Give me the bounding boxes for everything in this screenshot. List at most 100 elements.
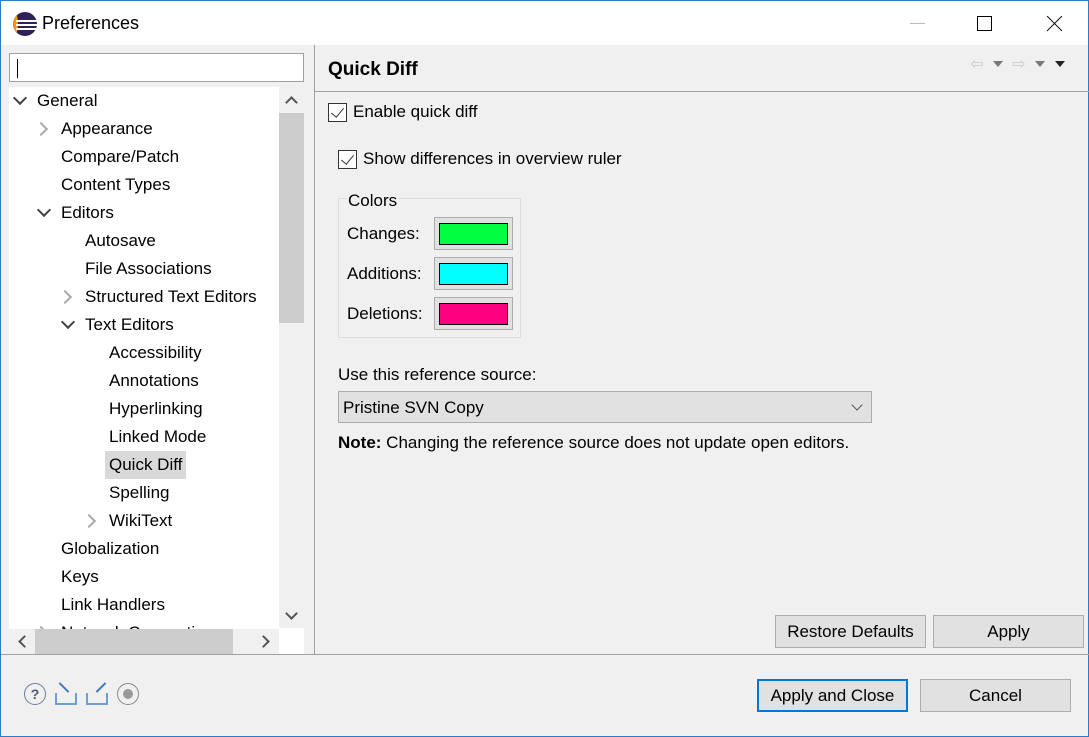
tree-item[interactable]: Text Editors bbox=[81, 311, 178, 339]
page-navigation: ⇦ ⇨ bbox=[966, 53, 1070, 75]
reference-source-label: Use this reference source: bbox=[338, 365, 537, 384]
scroll-left-icon[interactable] bbox=[9, 629, 35, 654]
scroll-thumb-horizontal[interactable] bbox=[35, 629, 233, 654]
tree-item[interactable]: General bbox=[33, 87, 101, 115]
tree-item-label: Globalization bbox=[61, 539, 160, 558]
footer-divider bbox=[1, 654, 1089, 655]
import-icon[interactable] bbox=[55, 682, 77, 705]
panel-sash[interactable] bbox=[314, 45, 315, 654]
tree-item-label: Content Types bbox=[61, 175, 171, 194]
cancel-button[interactable]: Cancel bbox=[920, 679, 1071, 712]
tree-item[interactable]: Annotations bbox=[105, 367, 203, 395]
close-icon bbox=[1047, 15, 1063, 31]
minimize-button[interactable] bbox=[894, 1, 940, 45]
changes-color-button[interactable] bbox=[434, 217, 513, 250]
additions-color-button[interactable] bbox=[434, 257, 513, 290]
tree-item[interactable]: Quick Diff bbox=[105, 451, 187, 479]
tree-item[interactable]: Structured Text Editors bbox=[81, 283, 261, 311]
tree-item-label: Hyperlinking bbox=[109, 399, 203, 418]
tree-item[interactable]: Hyperlinking bbox=[105, 395, 207, 423]
tree-item-label: Spelling bbox=[109, 483, 170, 502]
preferences-window: Preferences General Appearance Compare/Pat… bbox=[0, 0, 1089, 737]
tree-item[interactable]: Autosave bbox=[81, 227, 160, 255]
tree-item-label: Link Handlers bbox=[61, 595, 165, 614]
tree-item[interactable]: Globalization bbox=[57, 535, 163, 563]
note-bold: Note: bbox=[338, 433, 382, 452]
tree-item-label: Keys bbox=[61, 567, 99, 586]
tree-item-label: File Associations bbox=[85, 259, 212, 278]
show-overview-label: Show differences in overview ruler bbox=[363, 149, 622, 168]
color-swatch bbox=[439, 302, 508, 325]
scroll-up-icon[interactable] bbox=[279, 87, 304, 113]
export-icon[interactable] bbox=[86, 682, 108, 705]
color-swatch bbox=[439, 262, 508, 285]
apply-and-close-button[interactable]: Apply and Close bbox=[757, 679, 908, 712]
colors-group: Colors Changes: Additions: Deletions: bbox=[338, 191, 521, 338]
tree-item[interactable]: Editors bbox=[57, 199, 118, 227]
tree-item-label: Autosave bbox=[85, 231, 156, 250]
enable-quick-diff-label: Enable quick diff bbox=[353, 102, 478, 121]
tree-item-label: Linked Mode bbox=[109, 427, 207, 446]
tree-item[interactable]: Spelling bbox=[105, 479, 174, 507]
tree-item[interactable]: Link Handlers bbox=[57, 591, 169, 619]
tree-item-label: Structured Text Editors bbox=[85, 287, 257, 306]
tree-item[interactable]: WikiText bbox=[105, 507, 176, 535]
back-history-dropdown-icon[interactable] bbox=[988, 54, 1008, 74]
tree-vertical-scrollbar[interactable] bbox=[279, 87, 304, 628]
maximize-icon bbox=[976, 15, 992, 31]
scroll-right-icon[interactable] bbox=[252, 629, 278, 654]
window-title: Preferences bbox=[42, 13, 140, 33]
minimize-icon bbox=[909, 22, 925, 24]
reference-note: Note: Changing the reference source does… bbox=[338, 433, 849, 453]
tree-item[interactable]: Content Types bbox=[57, 171, 174, 199]
chevron-down-icon[interactable] bbox=[61, 311, 75, 339]
restore-defaults-button[interactable]: Restore Defaults bbox=[775, 615, 926, 648]
tree-item[interactable]: File Associations bbox=[81, 255, 216, 283]
title-divider bbox=[315, 91, 1089, 92]
tree-item[interactable]: Keys bbox=[57, 563, 103, 591]
color-label: Deletions: bbox=[347, 303, 423, 323]
chevron-right-icon[interactable] bbox=[61, 283, 75, 311]
forward-history-dropdown-icon[interactable] bbox=[1030, 54, 1050, 74]
color-swatch bbox=[439, 222, 508, 245]
back-arrow-icon[interactable]: ⇦ bbox=[966, 54, 988, 74]
tree-item-label: Editors bbox=[61, 203, 114, 222]
text-caret bbox=[17, 59, 18, 78]
tree-item-label: Appearance bbox=[61, 119, 153, 138]
tree-item-label: Accessibility bbox=[109, 343, 202, 362]
tree-item-label: Quick Diff bbox=[105, 451, 187, 479]
chevron-right-icon[interactable] bbox=[37, 115, 51, 143]
chevron-down-icon[interactable] bbox=[37, 199, 51, 227]
color-row-changes: Changes: bbox=[347, 217, 513, 250]
show-overview-option[interactable]: Show differences in overview ruler bbox=[338, 149, 622, 169]
preference-tree[interactable]: General Appearance Compare/Patch Content Ty… bbox=[9, 87, 304, 654]
tree-item[interactable]: Linked Mode bbox=[105, 423, 210, 451]
title-bar: Preferences bbox=[1, 1, 1088, 45]
tree-item[interactable]: Appearance bbox=[57, 115, 157, 143]
tree-horizontal-scrollbar[interactable] bbox=[9, 629, 279, 654]
reference-source-value: Pristine SVN Copy bbox=[343, 398, 484, 417]
eclipse-logo-icon bbox=[13, 12, 37, 36]
scroll-thumb[interactable] bbox=[279, 113, 304, 323]
page-title: Quick Diff bbox=[328, 59, 418, 80]
chevron-down-icon[interactable] bbox=[13, 87, 27, 115]
chevron-right-icon[interactable] bbox=[85, 507, 99, 535]
close-button[interactable] bbox=[1032, 1, 1078, 45]
enable-quick-diff-option[interactable]: Enable quick diff bbox=[328, 102, 477, 122]
scroll-down-icon[interactable] bbox=[279, 602, 304, 628]
record-icon[interactable] bbox=[117, 683, 139, 705]
forward-arrow-icon[interactable]: ⇨ bbox=[1008, 54, 1030, 74]
tree-item[interactable]: Accessibility bbox=[105, 339, 206, 367]
tree-item-label: WikiText bbox=[109, 511, 173, 530]
show-overview-checkbox[interactable] bbox=[338, 149, 357, 169]
deletions-color-button[interactable] bbox=[434, 297, 513, 330]
apply-button[interactable]: Apply bbox=[933, 615, 1084, 648]
help-icon[interactable]: ? bbox=[24, 683, 46, 705]
filter-input[interactable] bbox=[9, 53, 304, 82]
tree-item[interactable]: Compare/Patch bbox=[57, 143, 183, 171]
color-row-additions: Additions: bbox=[347, 257, 513, 290]
view-menu-icon[interactable] bbox=[1050, 54, 1070, 74]
maximize-button[interactable] bbox=[961, 1, 1007, 45]
reference-source-select[interactable]: Pristine SVN Copy bbox=[338, 391, 872, 423]
enable-quick-diff-checkbox[interactable] bbox=[328, 102, 347, 122]
